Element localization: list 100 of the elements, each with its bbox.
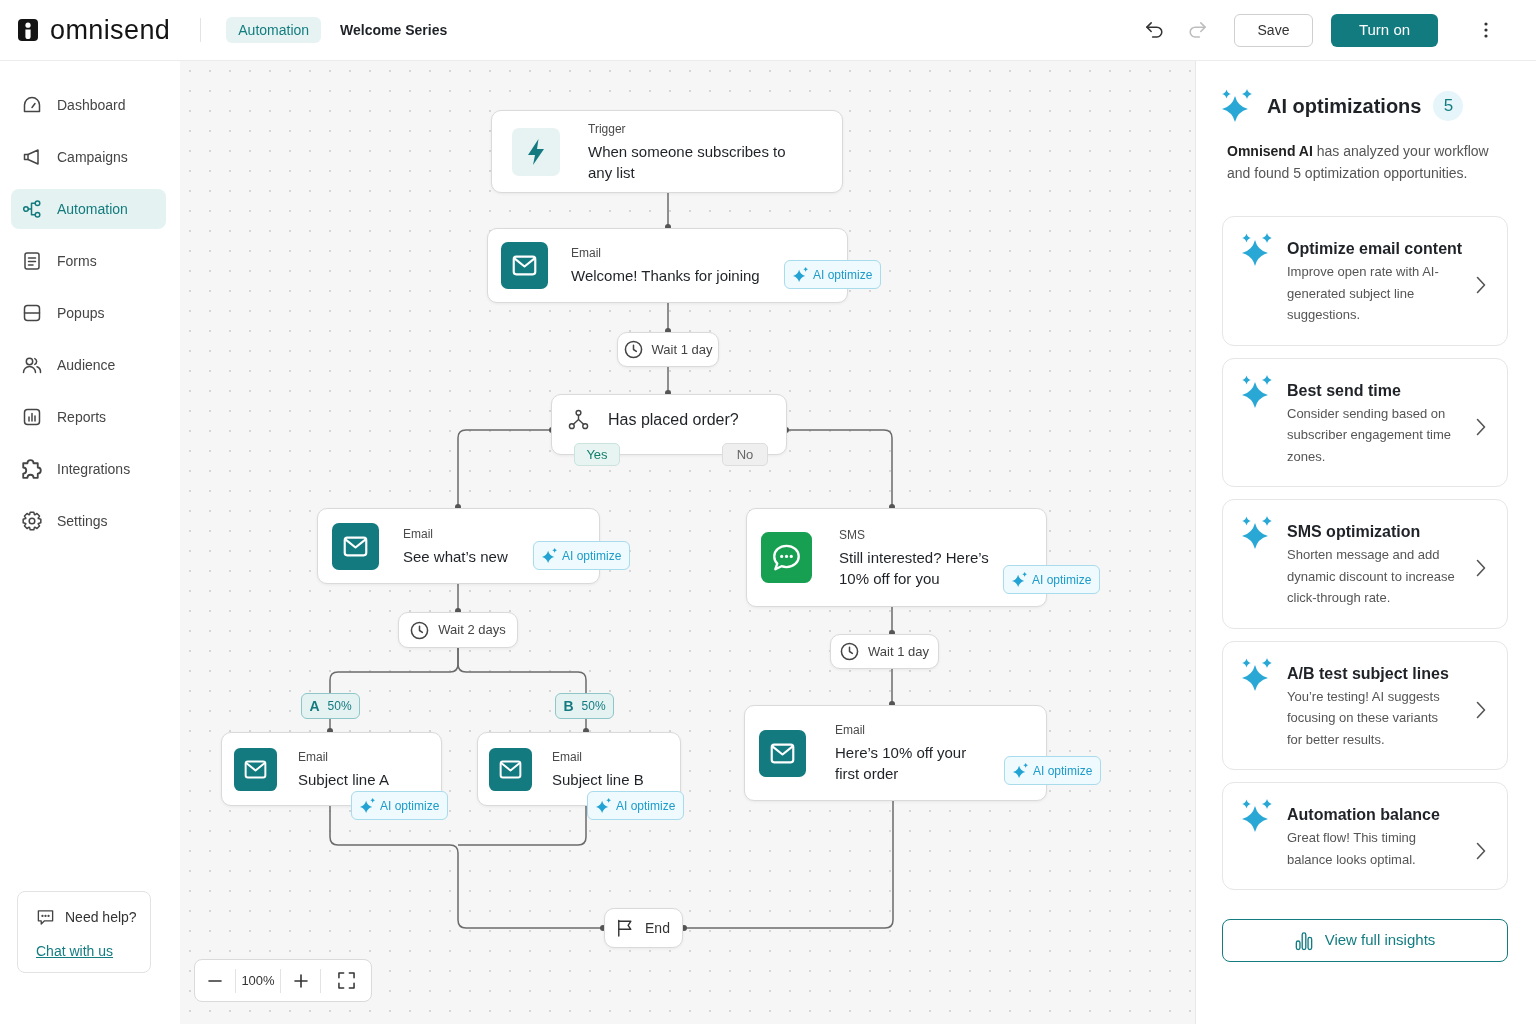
suggestion-title: Automation balance [1287, 805, 1441, 825]
mail-icon [759, 729, 806, 777]
chevron-right-icon [1476, 417, 1486, 436]
sparkle-icon [360, 798, 375, 813]
panel-description: Omnisend AI has analyzed your workflow and found 5 optimization opportunities. [1227, 142, 1489, 183]
people-icon [22, 355, 42, 375]
suggestion-card[interactable]: Automation balance Great flow! This timing balance looks optimal. [1222, 782, 1508, 890]
sparkle-icon [1222, 88, 1252, 123]
flag-icon [617, 919, 634, 937]
chat-icon [36, 908, 55, 927]
help-title: Need help? [65, 908, 137, 927]
suggestion-description: Improve open rate with AI-generated subject line suggestions. [1287, 263, 1440, 324]
brand-name: omnisend [50, 16, 171, 44]
sidebar-item[interactable]: Campaigns [11, 137, 166, 177]
panel-title: AI optimizations [1267, 93, 1422, 119]
node-title: Still interested? Here’s 10% off for you [839, 547, 990, 589]
bar-chart-icon [1294, 930, 1313, 951]
chevron-right-icon [1476, 700, 1486, 719]
wait-label: Wait 1 day [651, 340, 713, 359]
chevron-right-icon [1476, 559, 1486, 577]
logo-icon [18, 19, 38, 41]
suggestion-card[interactable]: SMS optimization Shorten message and add dynamic discount to increase click-through rate. [1222, 499, 1508, 629]
sidebar-item[interactable]: Forms [11, 241, 166, 281]
sparkle-icon [1242, 799, 1272, 832]
suggestion-title: Optimize email content [1287, 239, 1463, 259]
end-label: End [645, 918, 670, 938]
gauge-icon [22, 95, 42, 115]
chevron-right-icon [1476, 842, 1486, 860]
branch-label: No [722, 443, 768, 466]
suggestion-title: SMS optimization [1287, 522, 1422, 542]
suggestion-description: You’re testing! AI suggests focusing on these variants for better results. [1287, 687, 1441, 749]
fullscreen-icon [337, 972, 355, 989]
split-percentage: 50% [581, 698, 606, 715]
node-title: Welcome! Thanks for joining [571, 266, 760, 286]
more-icon [1484, 22, 1488, 38]
wait-label: Wait 1 day [868, 642, 929, 661]
turn-on-button[interactable]: Turn on [1331, 13, 1438, 47]
node-title: Subject line B [552, 769, 644, 790]
mail-icon [234, 747, 277, 791]
condition-title: Has placed order? [608, 410, 739, 430]
chart-icon [22, 407, 42, 427]
sparkle-icon [1242, 657, 1272, 691]
node-type-label: Trigger [588, 120, 627, 137]
lightning-icon [512, 127, 560, 176]
node-type-label: SMS [839, 526, 866, 543]
sparkle-icon [1242, 233, 1272, 266]
save-button[interactable]: Save [1234, 13, 1313, 47]
node-type-label: Email [298, 748, 329, 765]
megaphone-icon [22, 147, 42, 167]
split-percentage: 50% [327, 698, 352, 715]
sparkle-icon [1242, 374, 1272, 408]
node-type-label: Email [403, 525, 434, 542]
sparkle-icon [1242, 516, 1272, 549]
suggestion-card[interactable]: A/B test subject lines You’re testing! AI suggests focusing on these variants for better results. [1222, 640, 1508, 770]
suggestion-card[interactable]: Optimize email content Improve open rate with AI-generated subject line suggestions. [1222, 216, 1508, 346]
mail-icon [489, 747, 532, 791]
suggestion-card[interactable]: Best send time Consider sending based on subscriber engagement time zones. [1222, 357, 1508, 487]
node-title: See what’s new [403, 546, 508, 567]
variant-letter: B [563, 696, 574, 716]
sparkle-icon [1013, 763, 1028, 778]
window-icon [22, 303, 42, 323]
puzzle-icon [22, 459, 42, 479]
suggestion-title: A/B test subject lines [1287, 663, 1450, 684]
chat-icon [761, 532, 812, 583]
sparkle-icon [542, 548, 557, 563]
node-type-label: Email [835, 722, 866, 738]
wait-label: Wait 2 days [438, 621, 506, 640]
clock-icon [410, 620, 430, 640]
sidebar-item[interactable]: Audience [11, 345, 166, 385]
variant-letter: A [309, 696, 320, 716]
document-icon [22, 251, 42, 271]
sparkle-icon [596, 798, 611, 813]
redo-icon [1187, 21, 1207, 39]
suggestion-title: Best send time [1287, 380, 1402, 401]
node-type-label: Email [552, 748, 583, 765]
suggestion-description: Consider sending based on subscriber engagement time zones. [1287, 404, 1453, 466]
optimization-count: 5 [1433, 90, 1464, 121]
node-type-label: Email [571, 245, 602, 261]
undo-icon [1144, 21, 1164, 39]
sidebar-item[interactable]: Dashboard [11, 85, 166, 125]
settings-icon [22, 511, 42, 531]
sidebar-item[interactable]: Automation [11, 189, 166, 229]
sidebar-item[interactable]: Reports [11, 397, 166, 437]
plus-icon [293, 973, 308, 988]
chat-link[interactable]: Chat with us [36, 941, 114, 962]
view-insights-button[interactable]: View full insights [1222, 919, 1508, 962]
clock-icon [840, 642, 860, 661]
sidebar-item[interactable]: Integrations [11, 449, 166, 489]
chevron-right-icon [1476, 276, 1486, 294]
workflow-icon [22, 199, 42, 219]
clock-icon [623, 340, 643, 359]
breadcrumb-link[interactable]: Automation [226, 17, 322, 43]
sidebar-item[interactable]: Popups [11, 293, 166, 333]
sidebar-item[interactable]: Settings [11, 501, 166, 541]
mail-icon [332, 522, 379, 570]
minus-icon [208, 979, 222, 982]
branch-label: Yes [574, 443, 620, 466]
suggestion-description: Shorten message and add dynamic discount to increase click-through rate. [1287, 546, 1456, 607]
node-title: When someone subscribes to any list [588, 141, 787, 183]
sparkle-icon [793, 267, 808, 282]
